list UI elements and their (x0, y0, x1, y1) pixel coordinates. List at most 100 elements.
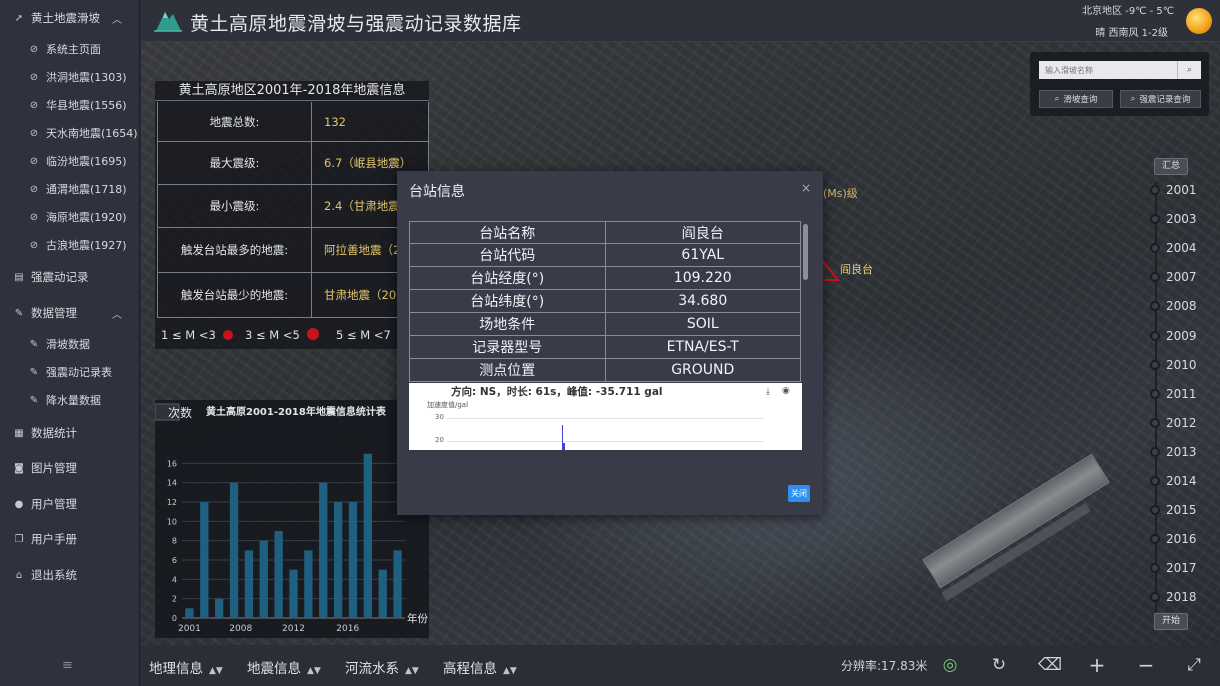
sidebar-item-hongdong[interactable]: ⊘ 洪洞地震(1303) (0, 65, 140, 89)
timeline-year[interactable]: 2001 (1150, 182, 1197, 198)
sidebar-group-data-management[interactable]: ✎ 数据管理 ︿ (0, 301, 140, 325)
map-station-label[interactable]: 阎良台 (840, 261, 873, 277)
strong-motion-query-button[interactable]: ⌕ 强震记录查询 (1120, 90, 1201, 108)
chevron-up-icon: ︿ (112, 309, 122, 321)
red-dot-icon (306, 328, 319, 340)
table-key: 测点位置 (410, 359, 606, 381)
close-icon[interactable]: × (801, 181, 811, 195)
info-row: 最大震级: 6.7（岷县地震） (157, 142, 429, 185)
map-toolbar: 地理信息 ▲▼ 地震信息 ▲▼ 河流水系 ▲▼ 高程信息 ▲▼ 分辨率:17.83米 ◎… (141, 645, 1220, 686)
eraser-icon[interactable]: ⌫ (1038, 655, 1062, 675)
waveform-y-label: 加速度值/gal (427, 401, 469, 409)
waveform-title: 方向: NS，时长: 61s，峰值: -35.711 gal (451, 386, 663, 398)
sidebar-item-manual[interactable]: ❐ 用户手册 (0, 527, 140, 551)
collapse-sidebar-icon[interactable]: ≡ (62, 658, 73, 673)
sidebar-item-statistics[interactable]: ▦ 数据统计 (0, 421, 140, 445)
info-key: 触发台站最多的地震: (158, 228, 312, 272)
info-value: 132 (324, 114, 346, 129)
modal-scrollbar[interactable] (803, 224, 808, 280)
menu-earthquake-info[interactable]: 地震信息 ▲▼ (247, 657, 321, 677)
modal-close-button[interactable]: 关闭 (788, 485, 810, 502)
zoom-in-icon[interactable]: + (1087, 655, 1107, 675)
camera-icon: ◙ (14, 462, 24, 474)
timeline-summary-button[interactable]: 汇总 (1154, 158, 1188, 175)
circle-icon: ⊘ (29, 211, 39, 223)
timeline-dot-icon (1150, 185, 1160, 195)
sidebar-item-precipitation-data[interactable]: ✎ 降水量数据 (0, 388, 140, 412)
menu-label: 地震信息 (247, 661, 301, 677)
timeline-year-label: 2013 (1166, 444, 1197, 459)
timeline-year[interactable]: 2009 (1150, 328, 1197, 344)
legend-item: 1 ≤ M <3 (161, 328, 233, 342)
sidebar-group-loess-landslide[interactable]: ➚ 黄土地震滑坡 ︿ (0, 6, 140, 30)
chart-x-tick: 2001 (178, 624, 201, 634)
chart-y-tick: 16 (167, 459, 177, 468)
timeline-year[interactable]: 2007 (1150, 269, 1197, 285)
timeline-year[interactable]: 2013 (1150, 444, 1197, 460)
timeline-year-label: 2018 (1166, 590, 1197, 605)
chart-y-tick: 14 (167, 479, 177, 488)
chart-y-tick: 12 (167, 498, 177, 507)
sidebar-item-tianshuinan[interactable]: ⊘ 天水南地震(1654) (0, 121, 140, 145)
timeline-dot-icon (1150, 534, 1160, 545)
chart-y-tick: 4 (172, 575, 177, 584)
timeline-start-button[interactable]: 开始 (1154, 613, 1188, 630)
table-row: 记录器型号 ETNA/ES-T (409, 336, 801, 359)
sidebar-item-huaxian[interactable]: ⊘ 华县地震(1556) (0, 93, 140, 117)
info-row: 最小震级: 2.4（甘肃地震 (157, 185, 429, 228)
timeline-year[interactable]: 2012 (1150, 415, 1197, 431)
sidebar-item-tongwei[interactable]: ⊘ 通渭地震(1718) (0, 177, 140, 201)
menu-geo-info[interactable]: 地理信息 ▲▼ (149, 657, 223, 677)
sidebar-item-label: 海原地震(1920) (46, 211, 127, 224)
chart-bar (378, 569, 387, 618)
timeline-year[interactable]: 2010 (1150, 357, 1197, 373)
search-icon: ⌕ (1054, 94, 1060, 104)
sidebar-item-home[interactable]: ⊘ 系统主页面 (0, 37, 140, 61)
sidebar-group-label: 黄土地震滑坡 (31, 11, 100, 25)
sidebar-item-gulang[interactable]: ⊘ 古浪地震(1927) (0, 233, 140, 257)
sidebar-item-strong-motion-table[interactable]: ✎ 强震动记录表 (0, 360, 140, 384)
search-icon[interactable]: ⌕ (1177, 61, 1201, 79)
sidebar-item-label: 强震动记录 (31, 270, 89, 284)
table-value: ETNA/ES-T (666, 339, 739, 355)
station-info-modal: 台站信息 × 台站名称 阎良台 台站代码 61YAL 台站经度(°) 109.220 … (397, 171, 823, 515)
timeline-year[interactable]: 2003 (1150, 211, 1197, 227)
menu-rivers[interactable]: 河流水系 ▲▼ (345, 657, 419, 677)
timeline-year[interactable]: 2016 (1150, 531, 1197, 547)
circle-icon: ⊘ (29, 127, 39, 139)
timeline-year[interactable]: 2011 (1150, 386, 1197, 402)
timeline-dot-icon (1150, 563, 1160, 574)
fullscreen-icon[interactable]: ⤢ (1184, 655, 1204, 675)
sidebar-item-landslide-data[interactable]: ✎ 滑坡数据 (0, 332, 140, 356)
sidebar-item-haiyuan[interactable]: ⊘ 海原地震(1920) (0, 205, 140, 229)
timeline-year[interactable]: 2017 (1150, 560, 1197, 576)
timeline-year[interactable]: 2014 (1150, 473, 1197, 489)
timeline-year-label: 2017 (1166, 561, 1197, 576)
timeline-year[interactable]: 2015 (1150, 502, 1197, 518)
sidebar-item-linfen[interactable]: ⊘ 临汾地震(1695) (0, 149, 140, 173)
table-key: 台站代码 (410, 244, 606, 266)
timeline-year[interactable]: 2008 (1150, 298, 1197, 314)
chart-x-tick: 2012 (282, 624, 305, 634)
download-icon[interactable]: ⤓ (766, 387, 770, 397)
landslide-query-button[interactable]: ⌕ 滑坡查询 (1039, 90, 1113, 108)
sidebar-item-images[interactable]: ◙ 图片管理 (0, 456, 140, 480)
waveform-y-tick: 20 (435, 436, 444, 444)
sidebar-item-strong-motion[interactable]: ▤ 强震动记录 (0, 265, 140, 289)
zoom-out-icon[interactable]: − (1136, 655, 1156, 675)
landslide-search-input[interactable] (1039, 61, 1177, 79)
sidebar-item-users[interactable]: ● 用户管理 (0, 492, 140, 516)
timeline-year[interactable]: 2004 (1150, 240, 1197, 256)
button-label: 滑坡查询 (1063, 95, 1098, 105)
eye-icon[interactable]: ◉ (782, 386, 790, 396)
timeline-year-label: 2004 (1166, 241, 1197, 256)
sidebar-item-logout[interactable]: ⌂ 退出系统 (0, 563, 140, 587)
sidebar-item-label: 数据统计 (31, 426, 77, 440)
timeline-year[interactable]: 2018 (1150, 589, 1197, 605)
app-header: 黄土高原地震滑坡与强震动记录数据库 北京地区 -9℃ - 5℃ 晴 西南风 1-… (141, 0, 1220, 42)
station-info-table: 台站名称 阎良台 台站代码 61YAL 台站经度(°) 109.220 台站纬度(°)… (409, 221, 801, 382)
menu-elevation[interactable]: 高程信息 ▲▼ (443, 657, 517, 677)
globe-icon[interactable]: ◎ (940, 655, 960, 675)
menu-label: 地理信息 (149, 661, 203, 677)
refresh-icon[interactable]: ↻ (989, 655, 1009, 675)
